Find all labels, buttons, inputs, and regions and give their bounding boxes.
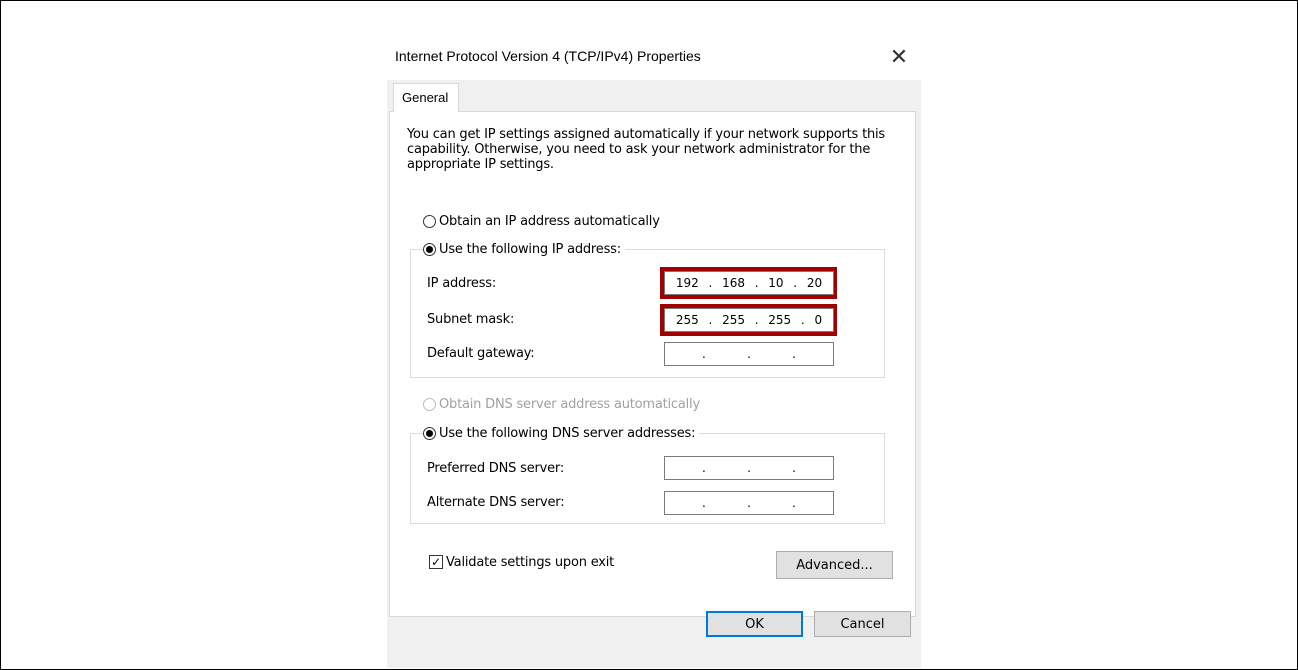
dot: . xyxy=(747,461,751,475)
obtain-ip-auto-radio[interactable]: Obtain an IP address automatically xyxy=(423,212,664,230)
default-gateway-label: Default gateway: xyxy=(427,346,535,361)
dot: . xyxy=(708,313,713,327)
dot: . xyxy=(701,461,706,475)
dot: . xyxy=(792,496,796,510)
tab-general-label: General xyxy=(402,90,449,105)
use-following-ip-radio[interactable]: Use the following IP address: xyxy=(423,240,625,258)
alternate-dns-label: Alternate DNS server: xyxy=(427,495,565,510)
obtain-dns-auto-radio: Obtain DNS server address automatically xyxy=(423,395,704,413)
dot: . xyxy=(747,347,751,361)
preferred-dns-label: Preferred DNS server: xyxy=(427,461,565,476)
octet: 0 xyxy=(814,313,823,327)
alternate-dns-input[interactable]: . . . xyxy=(664,491,834,515)
octet: 20 xyxy=(806,276,823,290)
validate-settings-label: Validate settings upon exit xyxy=(446,554,615,570)
obtain-ip-auto-label: Obtain an IP address automatically xyxy=(439,213,660,229)
subnet-mask-label: Subnet mask: xyxy=(427,312,515,327)
ip-address-input[interactable]: 192. 168. 10. 20 xyxy=(664,271,834,295)
octet: 192 xyxy=(675,276,699,290)
dot: . xyxy=(747,496,751,510)
dot: . xyxy=(754,276,759,290)
dot: . xyxy=(754,313,759,327)
cancel-button[interactable]: Cancel xyxy=(814,611,911,637)
ipv4-properties-dialog: Internet Protocol Version 4 (TCP/IPv4) P… xyxy=(387,36,921,668)
preferred-dns-input[interactable]: . . . xyxy=(664,456,834,480)
dot: . xyxy=(792,347,796,361)
title-bar: Internet Protocol Version 4 (TCP/IPv4) P… xyxy=(387,36,921,80)
octet: 255 xyxy=(722,313,745,327)
radio-checked-icon xyxy=(423,242,436,256)
use-following-dns-label: Use the following DNS server addresses: xyxy=(439,425,696,441)
radio-icon xyxy=(423,214,436,228)
dot: . xyxy=(701,347,706,361)
checkbox-checked-icon: ✓ xyxy=(429,555,443,569)
ip-address-label: IP address: xyxy=(427,276,497,291)
radio-icon xyxy=(423,397,436,411)
use-following-dns-radio[interactable]: Use the following DNS server addresses: xyxy=(423,424,700,442)
validate-settings-checkbox[interactable]: ✓ Validate settings upon exit xyxy=(429,553,614,571)
dot: . xyxy=(793,276,798,290)
subnet-mask-input[interactable]: 255. 255. 255. 0 xyxy=(664,308,834,332)
radio-checked-icon xyxy=(423,426,436,440)
dot: . xyxy=(701,496,706,510)
octet: 255 xyxy=(675,313,699,327)
dialog-title: Internet Protocol Version 4 (TCP/IPv4) P… xyxy=(395,48,701,64)
octet: 168 xyxy=(722,276,745,290)
ok-button[interactable]: OK xyxy=(706,611,803,637)
octet: 10 xyxy=(768,276,784,290)
dot: . xyxy=(792,461,796,475)
default-gateway-input[interactable]: . . . xyxy=(664,342,834,366)
advanced-button[interactable]: Advanced... xyxy=(776,551,893,579)
use-following-ip-label: Use the following IP address: xyxy=(439,241,621,257)
intro-text: You can get IP settings assigned automat… xyxy=(407,127,885,172)
dot: . xyxy=(708,276,713,290)
octet: 255 xyxy=(768,313,792,327)
tab-general[interactable]: General xyxy=(393,83,459,112)
obtain-dns-auto-label: Obtain DNS server address automatically xyxy=(439,396,700,412)
dot: . xyxy=(800,313,805,327)
close-icon[interactable]: ✕ xyxy=(884,44,914,72)
